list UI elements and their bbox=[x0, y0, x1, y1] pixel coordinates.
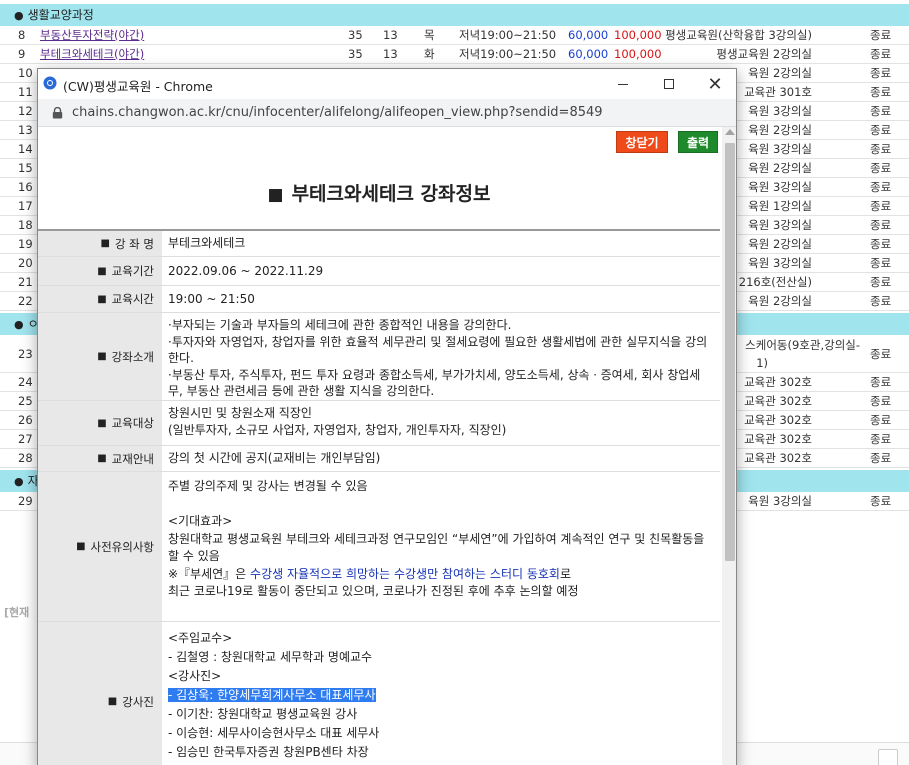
vertical-scrollbar[interactable] bbox=[722, 127, 736, 765]
course-info-table: ■ 강 좌 명 부테크와세테크 ■ 교육기간 2022.09.06 ~ 2022.1… bbox=[38, 229, 720, 765]
title-bar[interactable]: (CW)평생교육원 - Chrome ✕ bbox=[38, 69, 736, 99]
info-row-target: ■ 교육대상 창원시민 및 창원소재 직장인 (일반투자자, 소규모 사업자, 자… bbox=[38, 401, 720, 446]
url-text: chains.changwon.ac.kr/cnu/infocenter/ali… bbox=[72, 105, 603, 120]
window-close-button[interactable]: ✕ bbox=[702, 73, 728, 95]
bullet-icon: ● bbox=[14, 9, 24, 22]
scrollbar-thumb[interactable] bbox=[725, 143, 735, 561]
info-row-textbook: ■ 교재안내 강의 첫 시간에 공지(교재비는 개인부담임) bbox=[38, 446, 720, 472]
info-row-notice: ■ 사전유의사항 주별 강의주제 및 강사는 변경될 수 있음 <기대효과> 창원대학… bbox=[38, 472, 720, 622]
popup-content: 창닫기 출력 ■ 부테크와세테크 강좌정보 ■ 강 좌 명 부테크와세테크 ■ 교육기… bbox=[38, 127, 736, 765]
square-bullet-icon: ■ bbox=[97, 351, 107, 362]
scroll-up-arrow-icon[interactable] bbox=[725, 129, 735, 135]
minimize-icon bbox=[618, 83, 628, 85]
chrome-logo-icon bbox=[43, 76, 57, 90]
course-row: 8 부동산투자전략(야간) 35 13 목 저녁19:00~21:50 60,0… bbox=[0, 26, 909, 45]
lock-icon bbox=[52, 107, 63, 119]
square-bullet-icon: ■ bbox=[76, 541, 86, 552]
info-row-time: ■ 교육시간 19:00 ~ 21:50 bbox=[38, 286, 720, 313]
print-button[interactable]: 출력 bbox=[678, 131, 718, 153]
close-window-button[interactable]: 창닫기 bbox=[616, 131, 668, 153]
square-bullet-icon: ■ bbox=[107, 696, 118, 707]
square-bullet-icon: ■ bbox=[97, 417, 107, 429]
status-text: 종료 bbox=[870, 47, 892, 61]
square-button[interactable] bbox=[878, 749, 898, 765]
page-title: ■ 부테크와세테크 강좌정보 bbox=[267, 183, 491, 205]
close-icon: ✕ bbox=[707, 73, 723, 95]
info-row-instructors: ■ 강사진 <주임교수> - 김철영 : 창원대학교 세무학과 명예교수 <강사진> -… bbox=[38, 622, 720, 765]
square-bullet-icon: ■ bbox=[97, 293, 107, 305]
bullet-icon: ● bbox=[14, 318, 24, 331]
selected-text[interactable]: - 김상욱: 한양세무회계사무소 대표세무사 bbox=[168, 688, 376, 702]
square-bullet-icon: ■ bbox=[97, 265, 107, 277]
window-title: (CW)평생교육원 - Chrome bbox=[63, 79, 213, 94]
square-bullet-icon: ■ bbox=[97, 453, 107, 464]
address-bar[interactable]: chains.changwon.ac.kr/cnu/infocenter/ali… bbox=[38, 99, 736, 127]
status-text: 종료 bbox=[870, 28, 892, 42]
course-row: 9 부테크와세테크(야간) 35 13 화 저녁19:00~21:50 60,0… bbox=[0, 45, 909, 64]
section-header: ● 생활교양과정 bbox=[0, 4, 909, 26]
current-label: [현재 bbox=[4, 606, 30, 619]
info-row-intro: ■ 강좌소개 ·부자되는 기술과 부자들의 세테크에 관한 종합적인 내용을 강의… bbox=[38, 313, 720, 401]
popup-window: (CW)평생교육원 - Chrome ✕ chains.changwon.ac.… bbox=[37, 68, 737, 765]
info-row-name: ■ 강 좌 명 부테크와세테크 bbox=[38, 231, 720, 257]
square-bullet-icon: ■ bbox=[267, 185, 284, 205]
maximize-icon bbox=[664, 79, 674, 89]
square-bullet-icon: ■ bbox=[100, 238, 110, 249]
bullet-icon: ● bbox=[14, 475, 24, 488]
maximize-button[interactable] bbox=[656, 73, 682, 95]
minimize-button[interactable] bbox=[610, 73, 636, 95]
info-row-period: ■ 교육기간 2022.09.06 ~ 2022.11.29 bbox=[38, 257, 720, 286]
